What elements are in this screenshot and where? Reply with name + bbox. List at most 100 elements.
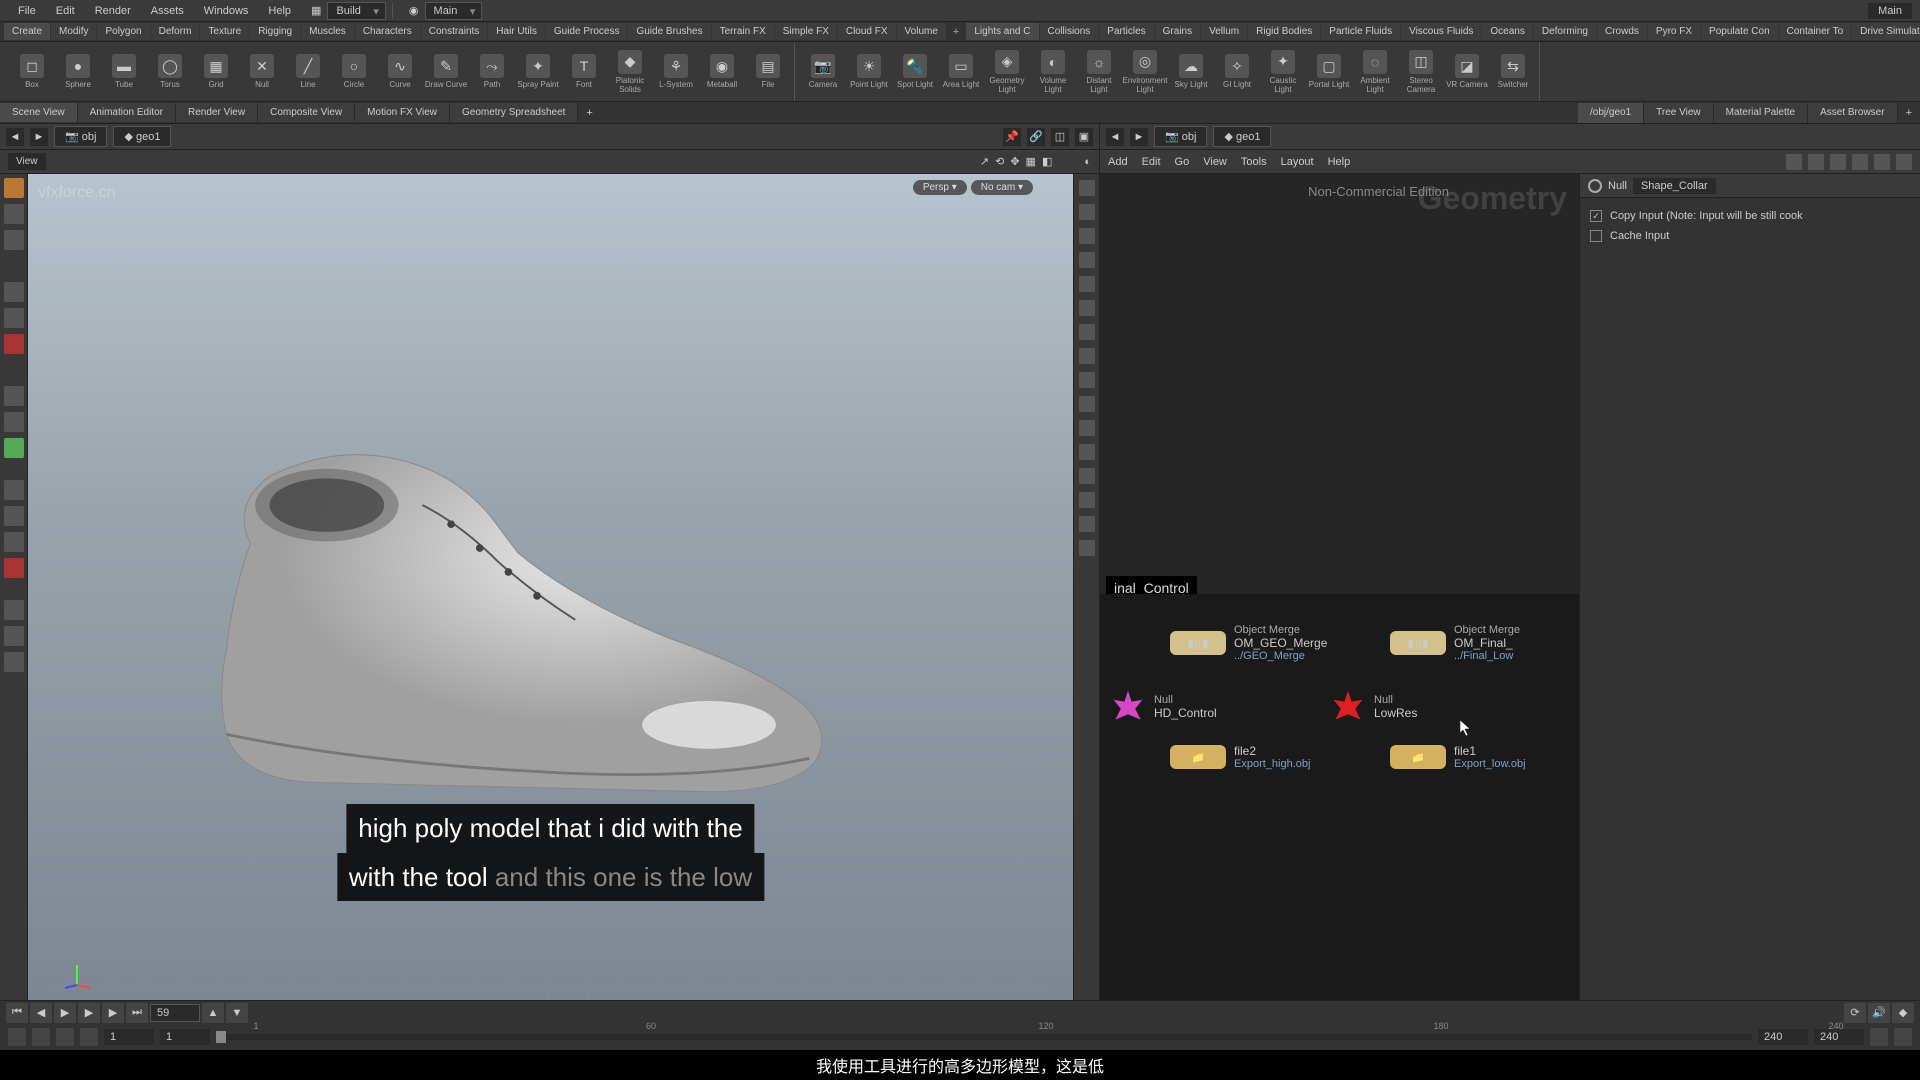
- pin-icon[interactable]: 📌: [1003, 128, 1021, 146]
- display-option-icon[interactable]: [1079, 300, 1095, 316]
- shelf-tab[interactable]: Characters: [355, 23, 420, 40]
- misc-icon[interactable]: ◫: [1051, 128, 1069, 146]
- tool-icon[interactable]: [4, 506, 24, 526]
- range-end2-field[interactable]: 240: [1814, 1029, 1864, 1045]
- pane-tab-network[interactable]: /obj/geo1: [1578, 103, 1644, 123]
- shelf-tab[interactable]: Hair Utils: [488, 23, 545, 40]
- shelf-tab[interactable]: Rigid Bodies: [1248, 23, 1320, 40]
- tool-icon[interactable]: [4, 558, 24, 578]
- net-menu-edit[interactable]: Edit: [1142, 156, 1161, 168]
- shelf-tool-platonic-solids[interactable]: ◆Platonic Solids: [608, 50, 652, 94]
- net-toolbar-icon[interactable]: [1786, 154, 1802, 170]
- tool-icon[interactable]: [4, 204, 24, 224]
- viewport-3d[interactable]: vfxforce.cn Persp ▾ No cam ▾: [28, 174, 1073, 1000]
- move-tool-icon[interactable]: [4, 282, 24, 302]
- net-toolbar-icon[interactable]: [1852, 154, 1868, 170]
- nav-back-icon[interactable]: ◄: [6, 128, 24, 146]
- select-tool-icon[interactable]: [4, 178, 24, 198]
- shelf-tab[interactable]: Modify: [51, 23, 96, 40]
- shelf-tool-torus[interactable]: ◯Torus: [148, 54, 192, 89]
- shelf-tab[interactable]: Volume: [897, 23, 946, 40]
- pane-tab[interactable]: Asset Browser: [1808, 103, 1897, 123]
- shelf-tab-create[interactable]: Create: [4, 23, 50, 40]
- shelf-tool-null[interactable]: ✕Null: [240, 54, 284, 89]
- net-toolbar-icon[interactable]: [1874, 154, 1890, 170]
- shelf-tool-l-system[interactable]: ⚘L-System: [654, 54, 698, 89]
- shelf-tab[interactable]: Pyro FX: [1648, 23, 1700, 40]
- shelf-tool-line[interactable]: ╱Line: [286, 54, 330, 89]
- nav-back-icon[interactable]: ◄: [1106, 128, 1124, 146]
- shelf-tool-area-light[interactable]: ▭Area Light: [939, 54, 983, 89]
- menu-render[interactable]: Render: [85, 2, 141, 20]
- pane-tab[interactable]: Motion FX View: [355, 103, 450, 122]
- node-body[interactable]: ◧◨: [1170, 631, 1226, 655]
- shelf-tab[interactable]: Deforming: [1534, 23, 1596, 40]
- shelf-tool-geometry-light[interactable]: ◈Geometry Light: [985, 50, 1029, 94]
- display-option-icon[interactable]: [1079, 540, 1095, 556]
- shelf-tab[interactable]: Polygon: [97, 23, 149, 40]
- null-star-icon[interactable]: [1330, 689, 1366, 725]
- null-star-icon[interactable]: [1110, 689, 1146, 725]
- shelf-tab[interactable]: Guide Process: [546, 23, 628, 40]
- shelf-tool-sphere[interactable]: ●Sphere: [56, 54, 100, 89]
- shelf-tool-switcher[interactable]: ⇆Switcher: [1491, 54, 1535, 89]
- shelf-tab[interactable]: Simple FX: [775, 23, 837, 40]
- audio-icon[interactable]: 🔊: [1868, 1003, 1890, 1023]
- key-icon[interactable]: [32, 1028, 50, 1046]
- net-toolbar-icon[interactable]: [1830, 154, 1846, 170]
- range-start-field[interactable]: 1: [104, 1029, 154, 1045]
- node-file2[interactable]: 📁 file2 Export_high.obj: [1170, 744, 1310, 770]
- node-om-geo-merge[interactable]: ◧◨ Object Merge OM_GEO_Merge ../GEO_Merg…: [1170, 624, 1327, 662]
- misc-icon[interactable]: ▣: [1075, 128, 1093, 146]
- shelf-tab[interactable]: Populate Con: [1701, 23, 1778, 40]
- tool-icon[interactable]: [4, 652, 24, 672]
- shelf-tab[interactable]: Viscous Fluids: [1401, 23, 1481, 40]
- menu-assets[interactable]: Assets: [141, 2, 194, 20]
- pane-tab[interactable]: Material Palette: [1714, 103, 1808, 123]
- view-tool-icon[interactable]: ⟲: [995, 155, 1004, 168]
- net-menu-go[interactable]: Go: [1175, 156, 1190, 168]
- shelf-tab[interactable]: Container To: [1779, 23, 1852, 40]
- view-tool-icon[interactable]: ✥: [1010, 155, 1019, 168]
- pane-tab-add[interactable]: +: [578, 103, 600, 123]
- param-cache-input[interactable]: Cache Input: [1590, 226, 1910, 246]
- shelf-tool-stereo-camera[interactable]: ◫Stereo Camera: [1399, 50, 1443, 94]
- shelf-tool-sky-light[interactable]: ☁Sky Light: [1169, 54, 1213, 89]
- realtime-toggle[interactable]: ⟳: [1844, 1003, 1866, 1023]
- shelf-tool-draw-curve[interactable]: ✎Draw Curve: [424, 54, 468, 89]
- checkbox-icon[interactable]: ✓: [1590, 210, 1602, 222]
- key-icon[interactable]: [1894, 1028, 1912, 1046]
- shelf-tool-metaball[interactable]: ◉Metaball: [700, 54, 744, 89]
- shelf-tab[interactable]: Cloud FX: [838, 23, 896, 40]
- shelf-tool-circle[interactable]: ○Circle: [332, 54, 376, 89]
- display-option-icon[interactable]: [1079, 204, 1095, 220]
- view-tool-icon[interactable]: ▦: [1026, 155, 1036, 168]
- shelf-tool-box[interactable]: ◻Box: [10, 54, 54, 89]
- tool-icon[interactable]: [4, 386, 24, 406]
- pane-tab[interactable]: Render View: [176, 103, 258, 122]
- display-option-icon[interactable]: [1079, 420, 1095, 436]
- first-frame-button[interactable]: ⏮: [6, 1003, 28, 1023]
- shelf-tool-portal-light[interactable]: ▢Portal Light: [1307, 54, 1351, 89]
- shelf-tool-distant-light[interactable]: ☼Distant Light: [1077, 50, 1121, 94]
- shelf-tool-caustic-light[interactable]: ✦Caustic Light: [1261, 50, 1305, 94]
- display-option-icon[interactable]: [1079, 396, 1095, 412]
- shelf-tab[interactable]: Deform: [151, 23, 200, 40]
- shelf-tab[interactable]: Particles: [1099, 23, 1153, 40]
- shelf-tool-file[interactable]: ▤File: [746, 54, 790, 89]
- frame-up-button[interactable]: ▲: [202, 1003, 224, 1023]
- shelf-tab[interactable]: Rigging: [250, 23, 300, 40]
- node-lowres[interactable]: Null LowRes: [1330, 689, 1417, 725]
- display-option-icon[interactable]: [1079, 468, 1095, 484]
- menu-file[interactable]: File: [8, 2, 46, 20]
- frame-down-button[interactable]: ▼: [226, 1003, 248, 1023]
- last-frame-button[interactable]: ⏭: [126, 1003, 148, 1023]
- auto-key-icon[interactable]: [8, 1028, 26, 1046]
- tool-icon[interactable]: [4, 480, 24, 500]
- shelf-tool-spot-light[interactable]: 🔦Spot Light: [893, 54, 937, 89]
- range-end-field[interactable]: 240: [1758, 1029, 1808, 1045]
- view-tool-icon[interactable]: ↗: [980, 155, 989, 168]
- key-icon[interactable]: ◆: [1892, 1003, 1914, 1023]
- pane-tab-add-right[interactable]: +: [1898, 103, 1920, 123]
- shelf-tool-path[interactable]: ⤳Path: [470, 54, 514, 89]
